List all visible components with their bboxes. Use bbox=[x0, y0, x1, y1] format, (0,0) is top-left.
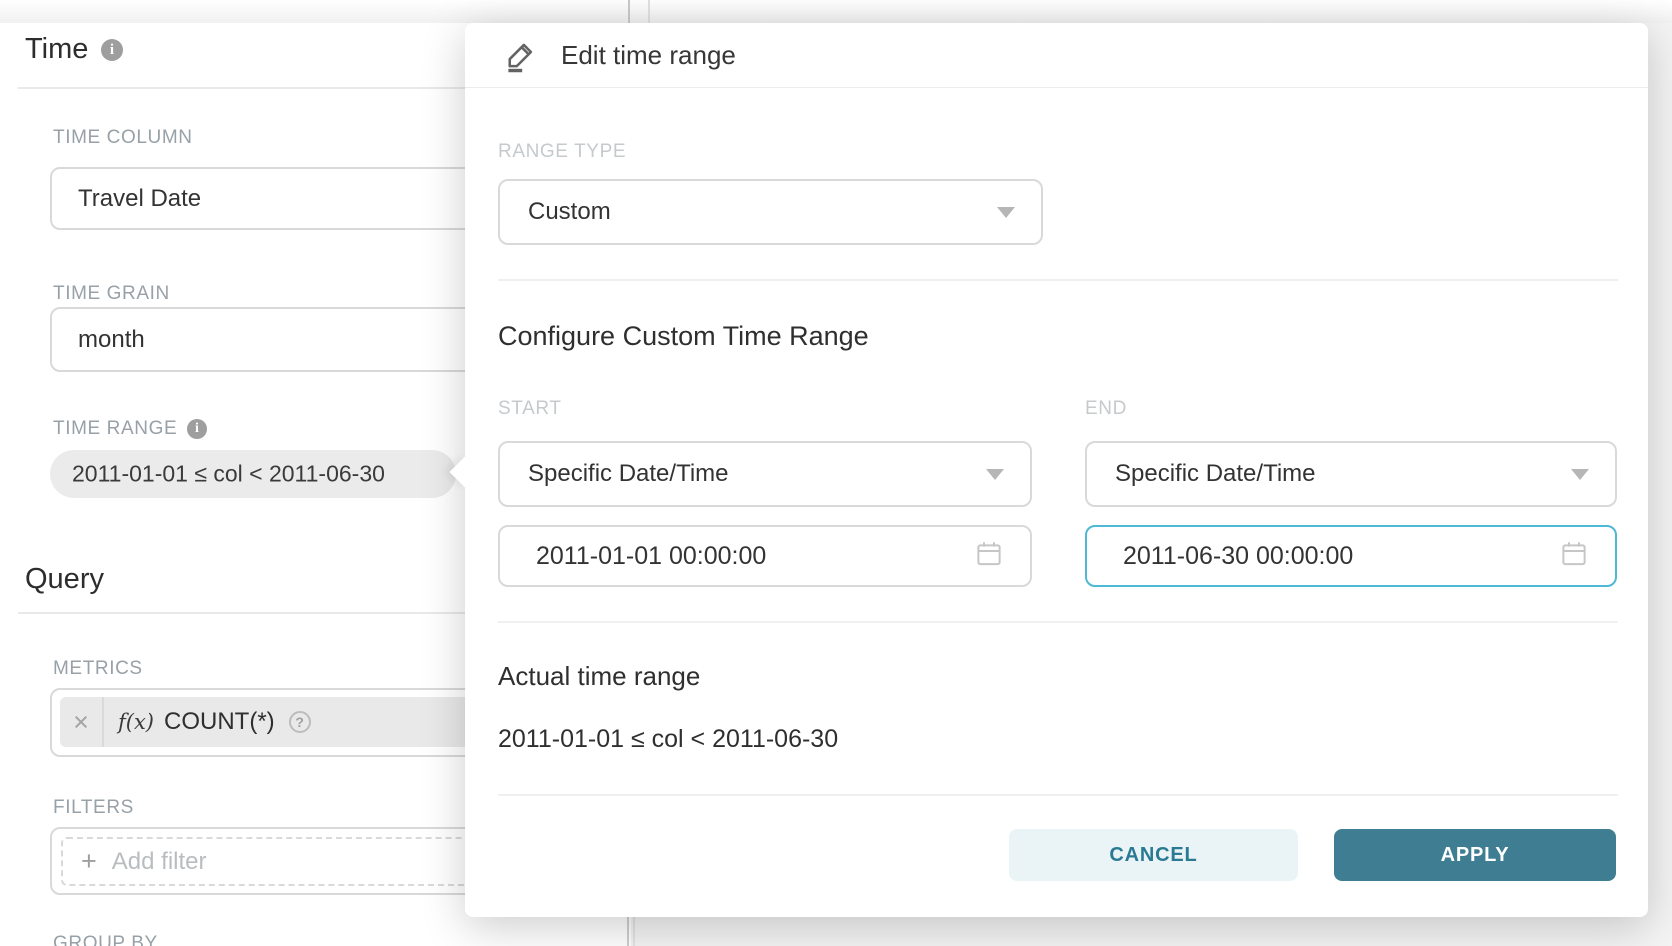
time-range-label-row: TIME RANGE i bbox=[53, 418, 207, 440]
edit-time-range-modal: Edit time range RANGE TYPE Custom Config… bbox=[465, 23, 1648, 917]
panel-border-line bbox=[628, 0, 630, 23]
divider bbox=[498, 621, 1618, 623]
time-column-label: TIME COLUMN bbox=[53, 127, 193, 149]
time-range-pill[interactable]: 2011-01-01 ≤ col < 2011-06-30 bbox=[50, 450, 456, 498]
query-section-label: Query bbox=[25, 563, 104, 595]
info-icon[interactable]: i bbox=[187, 419, 207, 439]
plus-icon: + bbox=[81, 846, 97, 877]
filters-label: FILTERS bbox=[53, 797, 134, 819]
actual-time-range-heading: Actual time range bbox=[498, 661, 700, 692]
time-section-title: Time i bbox=[25, 33, 88, 66]
range-type-value: Custom bbox=[528, 198, 611, 226]
divider bbox=[498, 279, 1618, 281]
modal-header: Edit time range bbox=[465, 23, 1648, 88]
calendar-icon[interactable] bbox=[1559, 539, 1589, 574]
start-mode-value: Specific Date/Time bbox=[528, 460, 729, 488]
add-filter-label: Add filter bbox=[112, 848, 207, 876]
end-mode-value: Specific Date/Time bbox=[1115, 460, 1316, 488]
calendar-icon[interactable] bbox=[974, 539, 1004, 574]
divider bbox=[498, 794, 1618, 796]
group-by-label: GROUP BY bbox=[53, 933, 158, 946]
caret-down-icon bbox=[997, 207, 1015, 218]
caret-down-icon bbox=[1571, 469, 1589, 480]
panel-gutter-line bbox=[648, 0, 650, 23]
configure-heading: Configure Custom Time Range bbox=[498, 321, 869, 352]
range-type-select[interactable]: Custom bbox=[498, 179, 1043, 245]
end-label: END bbox=[1085, 398, 1127, 420]
time-range-value: 2011-01-01 ≤ col < 2011-06-30 bbox=[72, 461, 385, 488]
query-section-title: Query bbox=[25, 563, 104, 596]
time-column-value: Travel Date bbox=[78, 185, 201, 213]
start-datetime-input[interactable] bbox=[536, 527, 956, 585]
remove-metric-icon[interactable]: × bbox=[60, 697, 102, 747]
end-datetime-field bbox=[1085, 525, 1617, 587]
time-range-label: TIME RANGE bbox=[53, 418, 177, 440]
time-grain-value: month bbox=[78, 326, 145, 354]
end-mode-select[interactable]: Specific Date/Time bbox=[1085, 441, 1617, 507]
start-datetime-field bbox=[498, 525, 1032, 587]
caret-down-icon bbox=[986, 469, 1004, 480]
end-datetime-input[interactable] bbox=[1123, 527, 1541, 585]
top-strip bbox=[0, 0, 1672, 23]
metric-name: COUNT(*) bbox=[164, 708, 275, 736]
metrics-label: METRICS bbox=[53, 658, 143, 680]
info-icon[interactable]: i bbox=[101, 39, 123, 61]
cancel-button[interactable]: CANCEL bbox=[1009, 829, 1298, 881]
chip-separator bbox=[102, 697, 104, 747]
range-type-label: RANGE TYPE bbox=[498, 141, 626, 163]
pencil-icon bbox=[503, 37, 539, 73]
actual-time-range-value: 2011-01-01 ≤ col < 2011-06-30 bbox=[498, 725, 838, 754]
time-grain-label: TIME GRAIN bbox=[53, 283, 170, 305]
function-icon: f(x) bbox=[118, 710, 154, 734]
question-circle-icon[interactable]: ? bbox=[289, 711, 311, 733]
time-section-label: Time bbox=[25, 33, 88, 65]
start-label: START bbox=[498, 398, 562, 420]
explore-page: Time i TIME COLUMN Travel Date TIME GRAI… bbox=[0, 0, 1672, 946]
start-mode-select[interactable]: Specific Date/Time bbox=[498, 441, 1032, 507]
modal-title: Edit time range bbox=[561, 40, 736, 71]
apply-button[interactable]: APPLY bbox=[1334, 829, 1616, 881]
